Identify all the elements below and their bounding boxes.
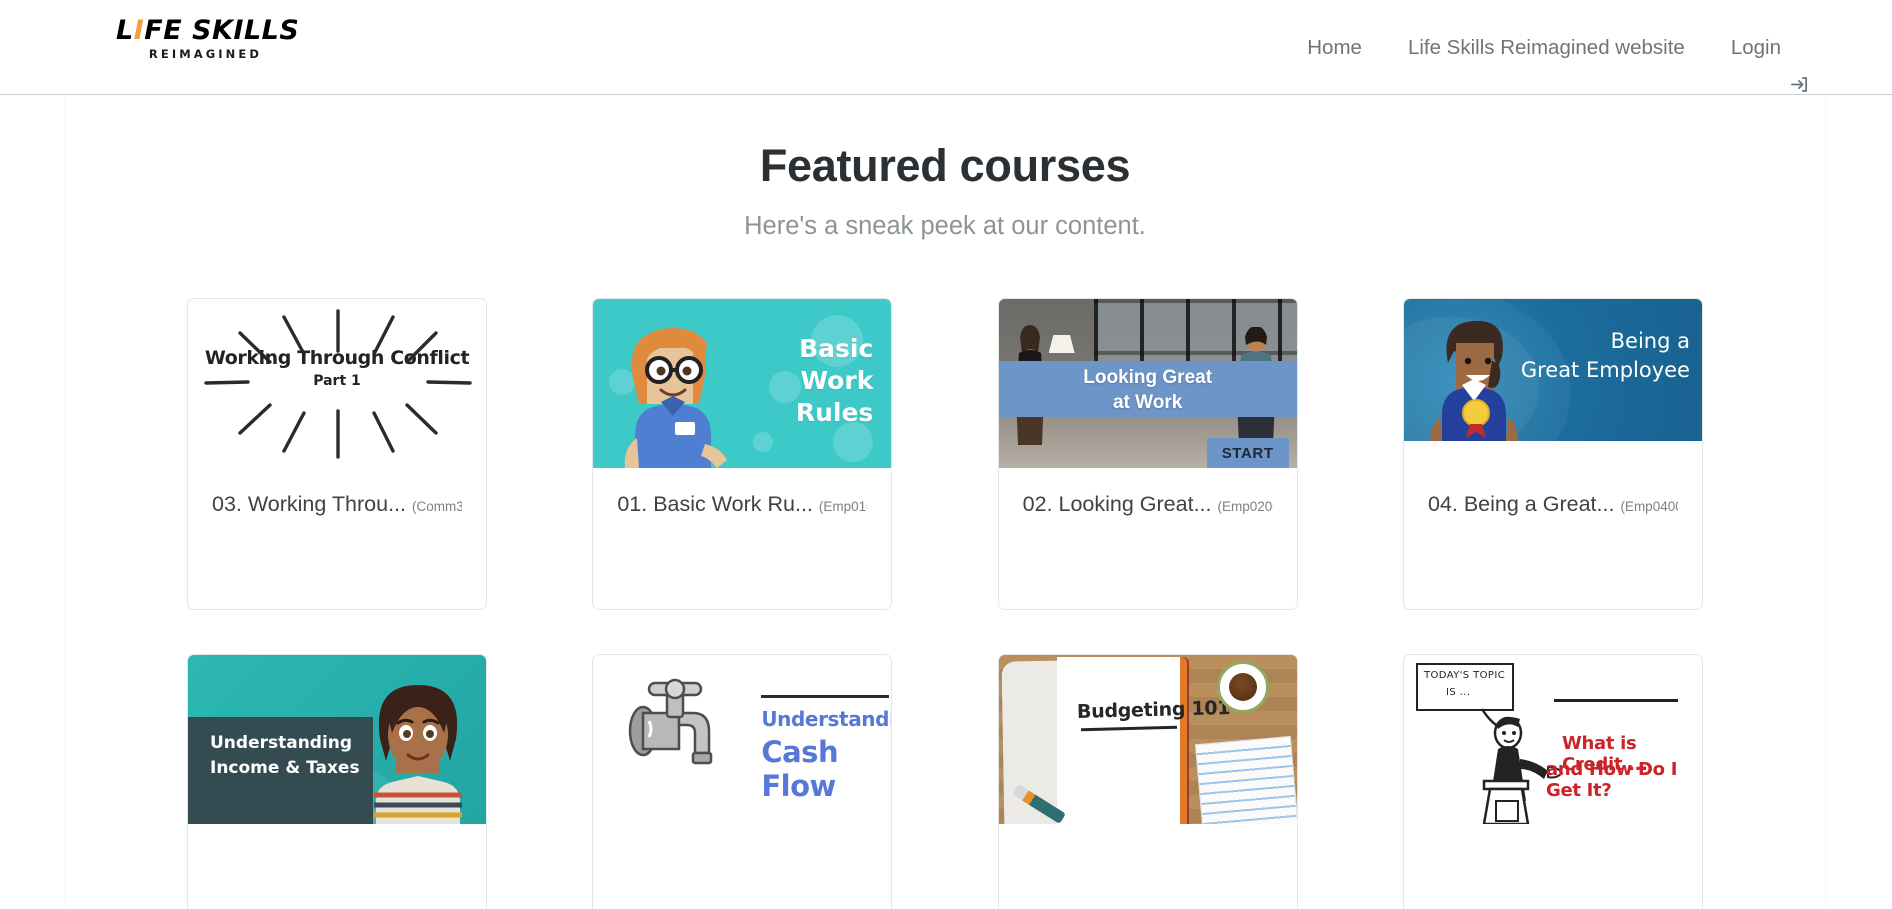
course-card[interactable]: Understanding Income & Taxes — [187, 654, 487, 909]
course-title-row: 03. Working Throu... (Comm300) — [212, 490, 462, 521]
thumb-headline: Working Through Conflict — [204, 347, 470, 369]
course-title-row — [212, 846, 462, 877]
nav-home[interactable]: Home — [1284, 0, 1385, 95]
nav-website[interactable]: Life Skills Reimagined website — [1385, 0, 1708, 95]
thumb-line1: Understanding — [210, 733, 353, 753]
divider-line — [1553, 699, 1678, 702]
course-thumbnail-looking-great: Looking Great at Work START — [998, 299, 1297, 468]
course-card[interactable]: Basic Work Rules 01. Basic Work Ru... (Em… — [592, 298, 893, 610]
course-title-row: 04. Being a Great... (Emp0400) — [1428, 490, 1678, 521]
course-card[interactable]: Understanding Cash Flow — [592, 654, 893, 909]
course-thumbnail-cash-flow: Understanding Cash Flow — [593, 655, 892, 824]
woman-character-illustration — [374, 685, 462, 824]
brand-logo[interactable]: LIFE SKILLS REIMAGINED — [116, 15, 300, 78]
course-title-row — [1428, 846, 1678, 877]
course-title: 04. Being a Great... — [1427, 492, 1615, 516]
course-title-row: 01. Basic Work Ru... (Emp0100) — [617, 490, 867, 521]
primary-nav: Home Life Skills Reimagined website Logi… — [1284, 0, 1832, 95]
course-card[interactable]: TODAY'S TOPIC IS ... What is Credit ... … — [1402, 654, 1703, 909]
thumb-text: Looking Great at Work — [999, 365, 1297, 415]
course-card-body: 03. Working Throu... (Comm300) — [188, 468, 486, 609]
course-card[interactable]: Working Through Conflict Part 1 03. Work… — [187, 298, 487, 610]
notepad-icon — [1194, 735, 1297, 824]
nav-login[interactable]: Login — [1708, 0, 1832, 95]
course-card-body: 02. Looking Great... (Emp0200) — [999, 468, 1297, 609]
thumb-line2: Income & Taxes — [210, 758, 360, 778]
thumb-line1: Understanding — [761, 707, 891, 731]
course-grid: Working Through Conflict Part 1 03. Work… — [187, 298, 1703, 909]
course-card-body — [593, 824, 891, 909]
page-title: Featured courses — [759, 140, 1131, 191]
page-subtitle: Here's a sneak peek at our content. — [744, 212, 1146, 240]
course-card-body: 01. Basic Work Ru... (Emp0100) — [593, 468, 891, 609]
thumb-line1: Looking Great — [1083, 367, 1213, 388]
thumb-art: Being a Great Employee — [1403, 299, 1702, 441]
site-header: LIFE SKILLS REIMAGINED Home Life Skills … — [0, 0, 1892, 95]
course-card-body — [999, 824, 1297, 909]
speech-bubble-line2: IS ... — [1445, 687, 1471, 698]
brand-logo-line2: REIMAGINED — [148, 47, 262, 61]
course-thumbnail-income-taxes: Understanding Income & Taxes — [188, 655, 486, 824]
course-card-body — [188, 824, 486, 909]
thumb-line1: Being a — [1610, 329, 1690, 353]
content-panel: Featured courses Here's a sneak peek at … — [65, 95, 1825, 909]
sign-in-icon — [1790, 40, 1809, 92]
thumb-subline: Part 1 — [313, 373, 361, 389]
thumb-line1: Budgeting 101 — [1076, 696, 1231, 724]
course-thumbnail-great-employee: Being a Great Employee — [1403, 299, 1702, 468]
course-code: (Emp0200) — [1217, 499, 1273, 514]
thumb-line2: at Work — [1112, 392, 1183, 413]
notebook-right-page — [1056, 657, 1187, 824]
course-thumbnail-budgeting: Budgeting 101 — [998, 655, 1297, 824]
thumb-line2: Rules — [795, 398, 874, 427]
coffee-cup-icon — [1216, 661, 1269, 713]
course-card[interactable]: Budgeting 101 — [997, 654, 1298, 909]
course-code: (Emp0100) — [818, 499, 867, 514]
thumb-text: Being a Great Employee — [1502, 327, 1690, 385]
thumb-text: Basic Work Rules — [723, 333, 873, 429]
thumb-line1: Basic Work — [799, 334, 874, 395]
page-body: Featured courses Here's a sneak peek at … — [0, 95, 1892, 909]
brand-logo-line1: LIFE SKILLS — [116, 15, 300, 46]
course-card-body: 04. Being a Great... (Emp0400) — [1404, 468, 1702, 609]
course-title: 02. Looking Great... — [1022, 492, 1212, 516]
course-title-row: 02. Looking Great... (Emp0200) — [1023, 490, 1273, 521]
start-button[interactable]: START — [1206, 438, 1289, 468]
thumb-line2: and How Do I Get It? — [1545, 759, 1678, 801]
decor-bubble — [753, 432, 774, 452]
faucet-icon — [629, 678, 713, 765]
course-title-row — [1023, 846, 1273, 877]
speech-bubble-line1: TODAY'S TOPIC — [1423, 670, 1506, 681]
course-title-row — [617, 846, 867, 877]
course-thumbnail-basic-work-rules: Basic Work Rules — [593, 299, 892, 468]
course-title: 01. Basic Work Ru... — [617, 492, 813, 516]
thumb-line2: Great Employee — [1520, 358, 1690, 382]
course-title: 03. Working Throu... — [212, 492, 406, 516]
course-thumbnail-conflict: Working Through Conflict Part 1 — [188, 299, 486, 468]
thumb-text: Understanding Income & Taxes — [210, 731, 370, 781]
course-code: (Emp0400) — [1620, 499, 1678, 514]
course-card[interactable]: Being a Great Employee 04. Being a Great… — [1402, 298, 1703, 610]
course-thumbnail-what-is-credit: TODAY'S TOPIC IS ... What is Credit ... … — [1403, 655, 1702, 824]
nurse-character-illustration — [625, 328, 728, 468]
nav-login-label: Login — [1730, 36, 1781, 59]
course-card[interactable]: Looking Great at Work START 02. Looking … — [997, 298, 1298, 610]
course-card-body — [1404, 824, 1702, 909]
thumb-line2: Cash Flow — [761, 735, 839, 803]
divider-line — [761, 695, 890, 698]
course-code: (Comm300) — [412, 499, 462, 514]
